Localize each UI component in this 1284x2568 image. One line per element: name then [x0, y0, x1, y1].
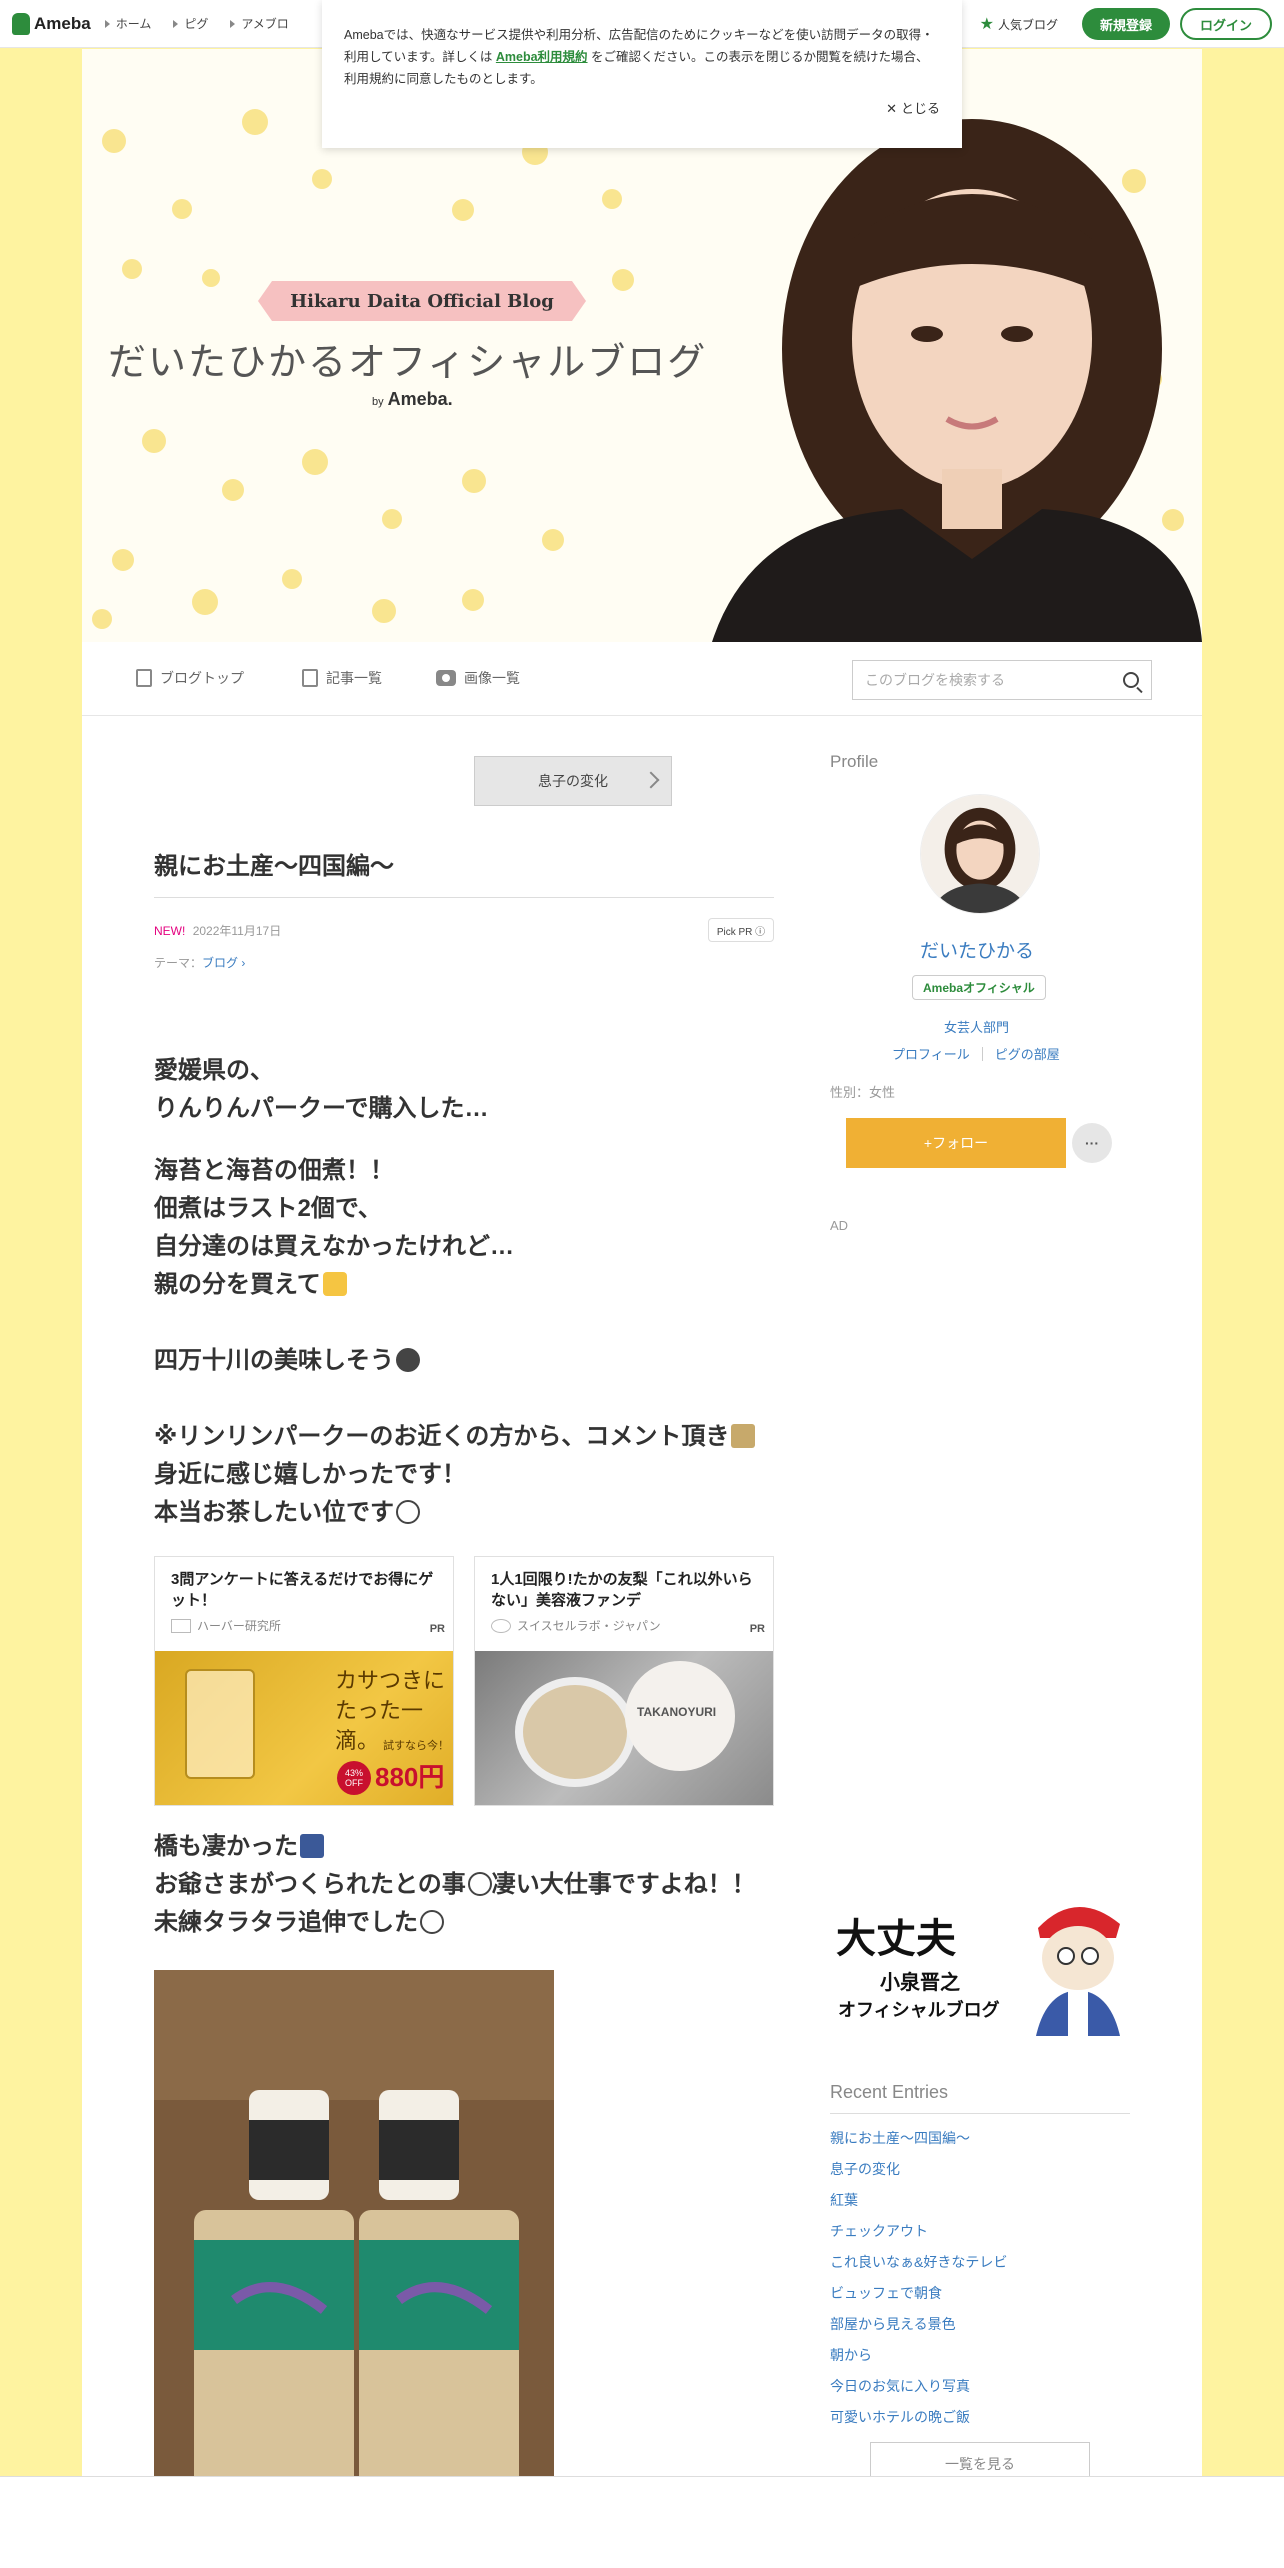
list-item[interactable]: 可愛いホテルの晩ご飯: [830, 2402, 1007, 2433]
ad-card-takanoyuri[interactable]: 1人1回限り!たかの友梨「これ以外いらない」美容液ファンデ スイスセルラボ・ジャ…: [474, 1556, 774, 1806]
blog-subnav: ブログトップ 記事一覧 画像一覧: [82, 642, 1202, 716]
nav-right: ★ 人気ブログ 新規登録 ログイン: [980, 8, 1272, 40]
article-paragraph: 海苔と海苔の佃煮！！ 佃煮はラスト2個で、 自分達のは買えなかったけれど… 親の…: [154, 1157, 514, 1298]
list-item[interactable]: 今日のお気に入り写真: [830, 2371, 1007, 2402]
list-item[interactable]: 朝から: [830, 2340, 1007, 2371]
follow-button[interactable]: +フォロー: [846, 1118, 1066, 1168]
popular-blog-link[interactable]: ★ 人気ブログ: [980, 14, 1058, 34]
nav-link-pig[interactable]: ピグ: [173, 15, 208, 32]
article-date: 2022年11月17日: [192, 924, 282, 938]
ad-cards: 3問アンケートに答えるだけでお得にゲット！ ハーバー研究所 PR カサつきに た…: [154, 1556, 774, 1806]
blog-title: だいたひかるオフィシャルブログ: [108, 342, 708, 384]
cookie-close-button[interactable]: ✕ とじる: [886, 98, 940, 120]
triangle-icon: [104, 19, 110, 28]
drooling-face-emoji-icon: [396, 1348, 420, 1372]
article-paragraph: 橋も凄かった お爺さまがつくられたとの事 凄い大仕事ですよね！！ 未練タラタラ追伸…: [154, 1833, 756, 1936]
profile-link[interactable]: プロフィール: [892, 1044, 970, 1063]
cushion-compact-image: [515, 1677, 635, 1787]
banner-ribbon: Hikaru Daita Official Blog: [258, 281, 586, 321]
ad-card-haba[interactable]: 3問アンケートに答えるだけでお得にゲット！ ハーバー研究所 PR カサつきに た…: [154, 1556, 454, 1806]
article-paragraph: 愛媛県の、 りんりんパークーで購入した…: [154, 1057, 489, 1122]
blogger-portrait: [712, 119, 1202, 642]
gender-label: 性別：女性: [830, 1085, 896, 1100]
cartoon-character-icon: [1036, 1906, 1120, 2036]
signup-button[interactable]: 新規登録: [1081, 8, 1170, 40]
copy-icon: [302, 669, 318, 687]
hands-emoji-icon: [322, 1272, 347, 1296]
camera-icon: [436, 670, 456, 686]
profile-name-link[interactable]: だいたひかる: [920, 936, 1034, 963]
blog-top-link[interactable]: ブログトップ: [136, 668, 244, 688]
profile-avatar[interactable]: [920, 794, 1040, 914]
pig-room-link[interactable]: ピグの部屋: [995, 1044, 1060, 1063]
list-item[interactable]: 紅葉: [830, 2185, 1007, 2216]
blog-search-box: [852, 660, 1152, 700]
official-badge: Amebaオフィシャル: [912, 975, 1046, 1000]
images-list-link[interactable]: 画像一覧: [436, 668, 520, 688]
ad-label: AD: [830, 1218, 849, 1233]
chevron-right-icon: [642, 771, 660, 789]
cookie-notice: Amebaでは、快適なサービス提供や利用分析、広告配信のためにクッキーなどを使い…: [322, 0, 962, 148]
search-icon[interactable]: [1123, 672, 1139, 688]
more-options-button[interactable]: ···: [1072, 1123, 1112, 1163]
document-icon: [136, 669, 152, 687]
laughing-face-emoji-icon: [420, 1910, 444, 1934]
koizumi-blog-banner[interactable]: 大丈夫 小泉晋之 オフィシャルブログ: [830, 1886, 1130, 2036]
ameba-logo[interactable]: Ameba: [12, 12, 91, 35]
new-badge: NEW!: [154, 924, 186, 938]
list-item[interactable]: 親にお土産〜四国編〜: [830, 2123, 1007, 2154]
nav-link-ameblo[interactable]: アメブロ: [230, 15, 289, 32]
pick-pr-button[interactable]: Pick PR ⓘ: [708, 918, 774, 942]
bridge-emoji-icon: [300, 1834, 324, 1858]
article-title: 親にお土産〜四国編〜: [154, 846, 774, 898]
terms-link[interactable]: Ameba利用規約: [496, 50, 588, 64]
blog-search-input[interactable]: [865, 672, 1123, 688]
nav-link-home[interactable]: ホーム: [104, 15, 151, 32]
article-theme: テーマ：ブログ ›: [154, 956, 246, 970]
previous-entry-button[interactable]: 息子の変化: [474, 756, 672, 806]
dizzy-face-emoji-icon: [467, 1872, 492, 1896]
recent-entries-heading: Recent Entries: [830, 2082, 1130, 2114]
bottom-bar: [0, 2476, 1284, 2568]
logo-text: Ameba: [34, 13, 91, 33]
serum-bottle-image: [185, 1669, 255, 1779]
crown-icon: ★: [979, 16, 994, 33]
powder-puff-image: TAKANOYURI: [625, 1661, 735, 1771]
theme-link[interactable]: ブログ ›: [202, 956, 245, 970]
entries-list-link[interactable]: 記事一覧: [302, 668, 382, 688]
sponsor-logo-icon: [491, 1618, 511, 1633]
article-paragraph: ※リンリンパークーのお近くの方から、コメント頂き 身近に感じ嬉しかったです！ 本…: [154, 1418, 774, 1532]
profile-heading: Profile: [830, 752, 879, 771]
triangle-icon: [230, 19, 236, 28]
by-ameba: by Ameba.: [372, 389, 453, 409]
close-icon: ✕: [886, 101, 897, 116]
list-item[interactable]: チェックアウト: [830, 2216, 1007, 2247]
list-item[interactable]: ビュッフェで朝食: [830, 2278, 1007, 2309]
memo-emoji-icon: [731, 1424, 756, 1448]
sponsor-logo-icon: [171, 1618, 191, 1633]
list-item[interactable]: これ良いなぁ&好きなテレビ: [830, 2247, 1007, 2278]
article-paragraph: 四万十川の美味しそう: [154, 1342, 774, 1380]
ameba-logo-icon: [12, 12, 30, 35]
list-item[interactable]: 息子の変化: [830, 2154, 1007, 2185]
category-link[interactable]: 女芸人部門: [944, 1017, 1009, 1036]
triangle-icon: [173, 19, 179, 28]
recent-entries-list: 親にお土産〜四国編〜 息子の変化 紅葉 チェックアウト これ良いなぁ&好きなテレ…: [830, 2123, 1007, 2433]
content-area: ブログトップ 記事一覧 画像一覧 息子の変化 親にお土産〜四国編〜 NEW! 2…: [82, 642, 1202, 2568]
login-button[interactable]: ログイン: [1179, 8, 1272, 40]
list-item[interactable]: 部屋から見える景色: [830, 2309, 1007, 2340]
article-meta: NEW! 2022年11月17日: [154, 922, 281, 939]
smile-emoji-icon: [396, 1500, 420, 1524]
